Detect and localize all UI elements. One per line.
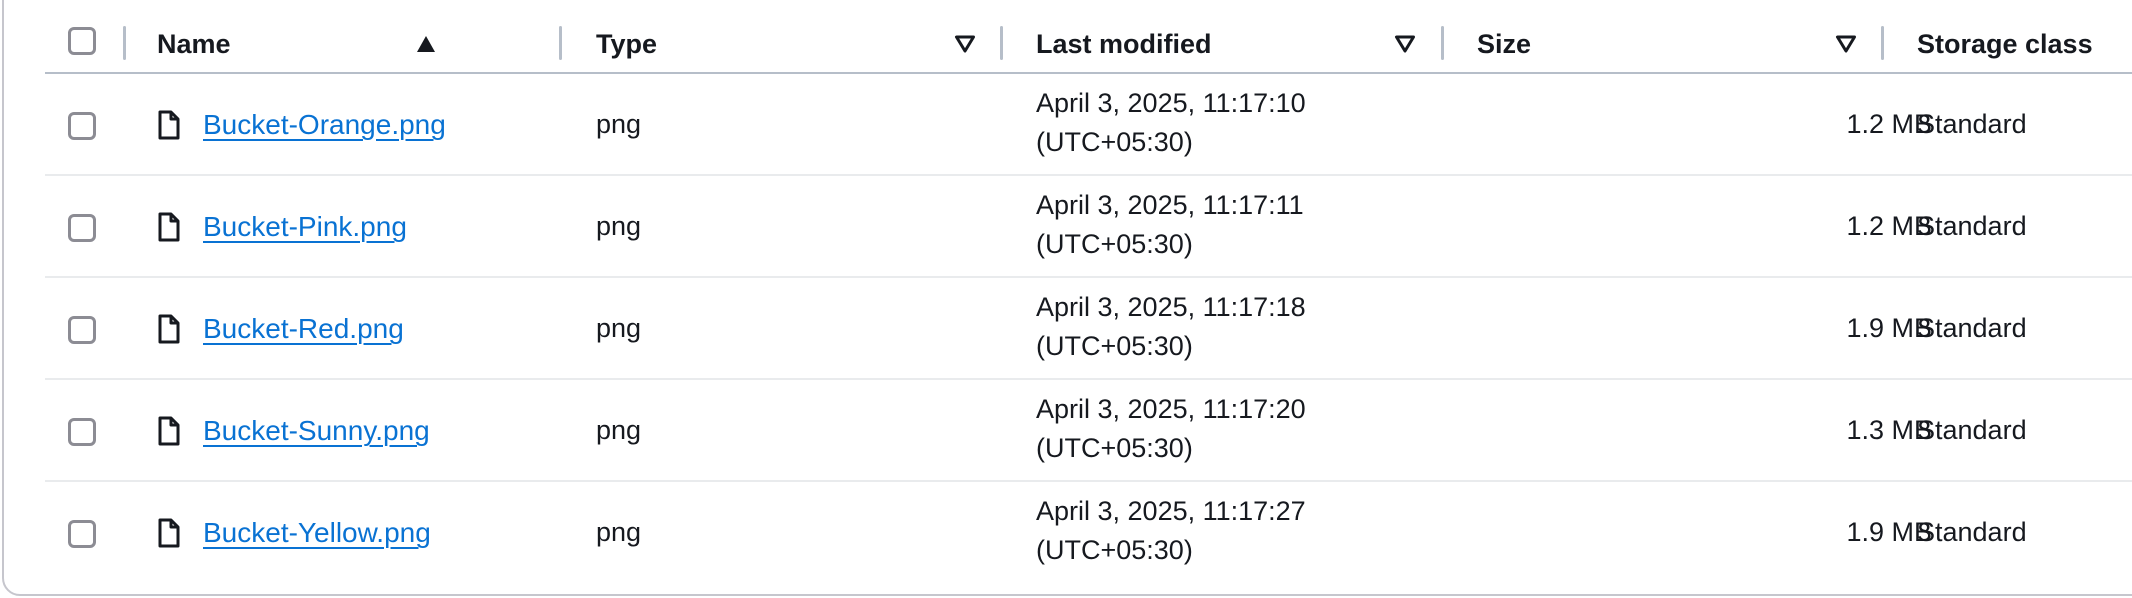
object-name-link[interactable]: Bucket-Red.png bbox=[203, 312, 404, 346]
caret-down-outline-icon[interactable] bbox=[954, 34, 976, 54]
row-checkbox[interactable] bbox=[68, 214, 96, 242]
object-name-link[interactable]: Bucket-Pink.png bbox=[203, 210, 407, 244]
file-icon bbox=[158, 518, 180, 548]
file-icon bbox=[158, 416, 180, 446]
column-header-last-modified[interactable]: Last modified bbox=[1036, 28, 1212, 60]
object-last-modified: April 3, 2025, 11:17:27 (UTC+05:30) bbox=[1036, 492, 1306, 570]
table-row[interactable]: Bucket-Yellow.png png April 3, 2025, 11:… bbox=[45, 482, 2132, 582]
object-last-modified: April 3, 2025, 11:17:20 (UTC+05:30) bbox=[1036, 390, 1306, 468]
object-storage-class: Standard bbox=[1917, 415, 2027, 445]
column-divider[interactable] bbox=[559, 26, 562, 60]
last-modified-date: April 3, 2025, 11:17:11 bbox=[1036, 190, 1304, 220]
object-storage-class: Standard bbox=[1917, 211, 2027, 241]
object-storage-class: Standard bbox=[1917, 313, 2027, 343]
object-name-link[interactable]: Bucket-Sunny.png bbox=[203, 414, 430, 448]
row-checkbox[interactable] bbox=[68, 520, 96, 548]
file-icon bbox=[158, 314, 180, 344]
last-modified-date: April 3, 2025, 11:17:27 bbox=[1036, 496, 1306, 526]
table-row[interactable]: Bucket-Red.png png April 3, 2025, 11:17:… bbox=[45, 278, 2132, 380]
object-type: png bbox=[596, 109, 642, 139]
object-last-modified: April 3, 2025, 11:17:10 (UTC+05:30) bbox=[1036, 84, 1306, 162]
object-storage-class: Standard bbox=[1917, 517, 2027, 547]
row-checkbox[interactable] bbox=[68, 112, 96, 140]
column-divider[interactable] bbox=[1000, 26, 1003, 60]
caret-up-filled-icon[interactable] bbox=[415, 34, 437, 54]
last-modified-timezone: (UTC+05:30) bbox=[1036, 535, 1193, 565]
column-divider[interactable] bbox=[123, 26, 126, 60]
column-header-size[interactable]: Size bbox=[1477, 28, 1531, 60]
table-row[interactable]: Bucket-Orange.png png April 3, 2025, 11:… bbox=[45, 74, 2132, 176]
object-last-modified: April 3, 2025, 11:17:18 (UTC+05:30) bbox=[1036, 288, 1306, 366]
column-header-type[interactable]: Type bbox=[596, 28, 657, 60]
object-type: png bbox=[596, 517, 642, 547]
last-modified-timezone: (UTC+05:30) bbox=[1036, 127, 1193, 157]
row-checkbox[interactable] bbox=[68, 316, 96, 344]
caret-down-outline-icon[interactable] bbox=[1394, 34, 1416, 54]
column-header-storage-class[interactable]: Storage class bbox=[1917, 28, 2093, 60]
table-row[interactable]: Bucket-Pink.png png April 3, 2025, 11:17… bbox=[45, 176, 2132, 278]
table-header: Name Type Last modified Size Storage cla… bbox=[45, 0, 2132, 74]
column-header-name[interactable]: Name bbox=[157, 28, 231, 60]
last-modified-date: April 3, 2025, 11:17:18 bbox=[1036, 292, 1306, 322]
object-name-link[interactable]: Bucket-Yellow.png bbox=[203, 516, 431, 550]
object-type: png bbox=[596, 313, 642, 343]
column-divider[interactable] bbox=[1881, 26, 1884, 60]
last-modified-timezone: (UTC+05:30) bbox=[1036, 433, 1193, 463]
object-name-link[interactable]: Bucket-Orange.png bbox=[203, 108, 446, 142]
object-last-modified: April 3, 2025, 11:17:11 (UTC+05:30) bbox=[1036, 186, 1304, 264]
table-row[interactable]: Bucket-Sunny.png png April 3, 2025, 11:1… bbox=[45, 380, 2132, 482]
caret-down-outline-icon[interactable] bbox=[1835, 34, 1857, 54]
last-modified-timezone: (UTC+05:30) bbox=[1036, 331, 1193, 361]
objects-table: Name Type Last modified Size Storage cla… bbox=[45, 0, 2132, 582]
file-icon bbox=[158, 110, 180, 140]
object-type: png bbox=[596, 211, 642, 241]
column-divider[interactable] bbox=[1441, 26, 1444, 60]
file-icon bbox=[158, 212, 180, 242]
last-modified-date: April 3, 2025, 11:17:20 bbox=[1036, 394, 1306, 424]
select-all-checkbox[interactable] bbox=[68, 27, 96, 55]
last-modified-timezone: (UTC+05:30) bbox=[1036, 229, 1193, 259]
object-type: png bbox=[596, 415, 642, 445]
last-modified-date: April 3, 2025, 11:17:10 bbox=[1036, 88, 1306, 118]
row-checkbox[interactable] bbox=[68, 418, 96, 446]
object-storage-class: Standard bbox=[1917, 109, 2027, 139]
